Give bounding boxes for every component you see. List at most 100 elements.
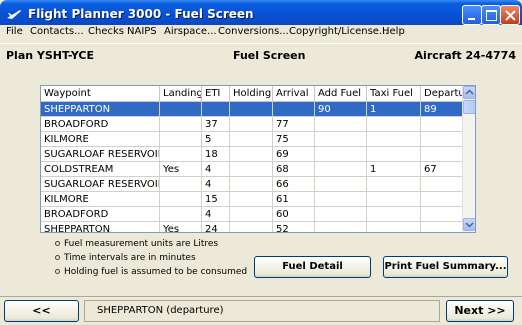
table-row[interactable]: KILMORE 15 61: [41, 192, 465, 207]
cell-holding[interactable]: [230, 177, 273, 192]
scroll-thumb[interactable]: [463, 100, 475, 114]
cell-waypoint[interactable]: BROADFORD: [41, 207, 160, 222]
cell-waypoint[interactable]: KILMORE: [41, 132, 160, 147]
cell-departure[interactable]: [421, 192, 465, 207]
previous-button[interactable]: << Previous: [4, 300, 79, 325]
cell-waypoint[interactable]: SUGARLOAF RESERVOIR: [41, 177, 160, 192]
next-button[interactable]: Next >>: [446, 300, 514, 322]
cell-eti[interactable]: 5: [202, 132, 230, 147]
menu-copyright[interactable]: Copyright/License...: [289, 26, 388, 37]
cell-arrival[interactable]: 69: [273, 147, 315, 162]
cell-arrival[interactable]: 75: [273, 132, 315, 147]
minimize-button[interactable]: [462, 5, 482, 25]
cell-holding[interactable]: [230, 222, 273, 232]
column-header-add-fuel[interactable]: Add Fuel: [315, 86, 367, 102]
cell-arrival[interactable]: 60: [273, 207, 315, 222]
cell-holding[interactable]: [230, 162, 273, 177]
cell-landing[interactable]: [160, 147, 202, 162]
table-row[interactable]: BROADFORD 37 77: [41, 117, 465, 132]
fuel-grid[interactable]: Waypoint Landing ETI Holding Arrival Add…: [40, 85, 476, 233]
column-header-waypoint[interactable]: Waypoint: [41, 86, 160, 102]
cell-landing[interactable]: [160, 102, 202, 117]
cell-eti[interactable]: 4: [202, 177, 230, 192]
cell-waypoint[interactable]: SHEPPARTON: [41, 222, 160, 232]
menu-help[interactable]: Help: [382, 26, 405, 37]
cell-eti[interactable]: 4: [202, 162, 230, 177]
table-row[interactable]: SUGARLOAF RESERVOIR 4 66: [41, 177, 465, 192]
cell-departure[interactable]: [421, 117, 465, 132]
cell-eti[interactable]: 18: [202, 147, 230, 162]
cell-eti[interactable]: 37: [202, 117, 230, 132]
menu-conversions[interactable]: Conversions...: [218, 26, 289, 37]
table-row[interactable]: SHEPPARTON 90 1 89: [41, 102, 465, 117]
menu-file[interactable]: File: [6, 26, 23, 37]
cell-add-fuel[interactable]: 90: [315, 102, 367, 117]
cell-add-fuel[interactable]: [315, 132, 367, 147]
cell-arrival[interactable]: 77: [273, 117, 315, 132]
cell-arrival[interactable]: 68: [273, 162, 315, 177]
cell-taxi-fuel[interactable]: [367, 222, 421, 232]
cell-arrival[interactable]: [273, 102, 315, 117]
column-header-taxi-fuel[interactable]: Taxi Fuel: [367, 86, 421, 102]
cell-holding[interactable]: [230, 132, 273, 147]
scroll-down-button[interactable]: [463, 218, 475, 231]
close-button[interactable]: [500, 5, 520, 25]
cell-departure[interactable]: [421, 207, 465, 222]
cell-departure[interactable]: [421, 177, 465, 192]
column-header-departure[interactable]: Departure: [421, 86, 465, 102]
cell-add-fuel[interactable]: [315, 222, 367, 232]
cell-departure[interactable]: [421, 132, 465, 147]
cell-taxi-fuel[interactable]: [367, 132, 421, 147]
cell-waypoint[interactable]: KILMORE: [41, 192, 160, 207]
cell-arrival[interactable]: 52: [273, 222, 315, 232]
cell-add-fuel[interactable]: [315, 192, 367, 207]
cell-holding[interactable]: [230, 102, 273, 117]
column-header-arrival[interactable]: Arrival: [273, 86, 315, 102]
cell-eti[interactable]: 4: [202, 207, 230, 222]
cell-arrival[interactable]: 66: [273, 177, 315, 192]
cell-landing[interactable]: Yes: [160, 222, 202, 232]
cell-departure[interactable]: [421, 147, 465, 162]
cell-add-fuel[interactable]: [315, 147, 367, 162]
vertical-scrollbar[interactable]: [462, 86, 475, 232]
cell-taxi-fuel[interactable]: [367, 117, 421, 132]
cell-holding[interactable]: [230, 117, 273, 132]
cell-waypoint[interactable]: SHEPPARTON: [41, 102, 160, 117]
print-fuel-summary-button[interactable]: Print Fuel Summary...: [383, 256, 508, 278]
cell-landing[interactable]: [160, 192, 202, 207]
cell-waypoint[interactable]: SUGARLOAF RESERVOIR: [41, 147, 160, 162]
cell-waypoint[interactable]: BROADFORD: [41, 117, 160, 132]
maximize-button[interactable]: [481, 5, 501, 25]
table-row[interactable]: BROADFORD 4 60: [41, 207, 465, 222]
menu-naips[interactable]: NAIPS: [127, 26, 157, 37]
cell-waypoint[interactable]: COLDSTREAM: [41, 162, 160, 177]
column-header-eti[interactable]: ETI: [202, 86, 230, 102]
cell-landing[interactable]: Yes: [160, 162, 202, 177]
cell-taxi-fuel[interactable]: [367, 177, 421, 192]
cell-landing[interactable]: [160, 177, 202, 192]
cell-holding[interactable]: [230, 192, 273, 207]
cell-taxi-fuel[interactable]: 1: [367, 162, 421, 177]
cell-landing[interactable]: [160, 207, 202, 222]
cell-landing[interactable]: [160, 117, 202, 132]
cell-arrival[interactable]: 61: [273, 192, 315, 207]
table-row[interactable]: KILMORE 5 75: [41, 132, 465, 147]
cell-eti[interactable]: 24: [202, 222, 230, 232]
cell-add-fuel[interactable]: [315, 207, 367, 222]
menu-airspace[interactable]: Airspace...: [164, 26, 217, 37]
cell-departure[interactable]: 89: [421, 102, 465, 117]
menu-checks[interactable]: Checks: [88, 26, 124, 37]
fuel-detail-button[interactable]: Fuel Detail: [254, 256, 371, 278]
cell-add-fuel[interactable]: [315, 162, 367, 177]
cell-taxi-fuel[interactable]: [367, 207, 421, 222]
table-row[interactable]: COLDSTREAM Yes 4 68 1 67: [41, 162, 465, 177]
cell-add-fuel[interactable]: [315, 117, 367, 132]
cell-departure[interactable]: 67: [421, 162, 465, 177]
cell-eti[interactable]: 15: [202, 192, 230, 207]
menu-contacts[interactable]: Contacts...: [30, 26, 84, 37]
cell-taxi-fuel[interactable]: [367, 147, 421, 162]
cell-eti[interactable]: [202, 102, 230, 117]
scroll-up-button[interactable]: [463, 86, 475, 99]
cell-holding[interactable]: [230, 207, 273, 222]
cell-landing[interactable]: [160, 132, 202, 147]
